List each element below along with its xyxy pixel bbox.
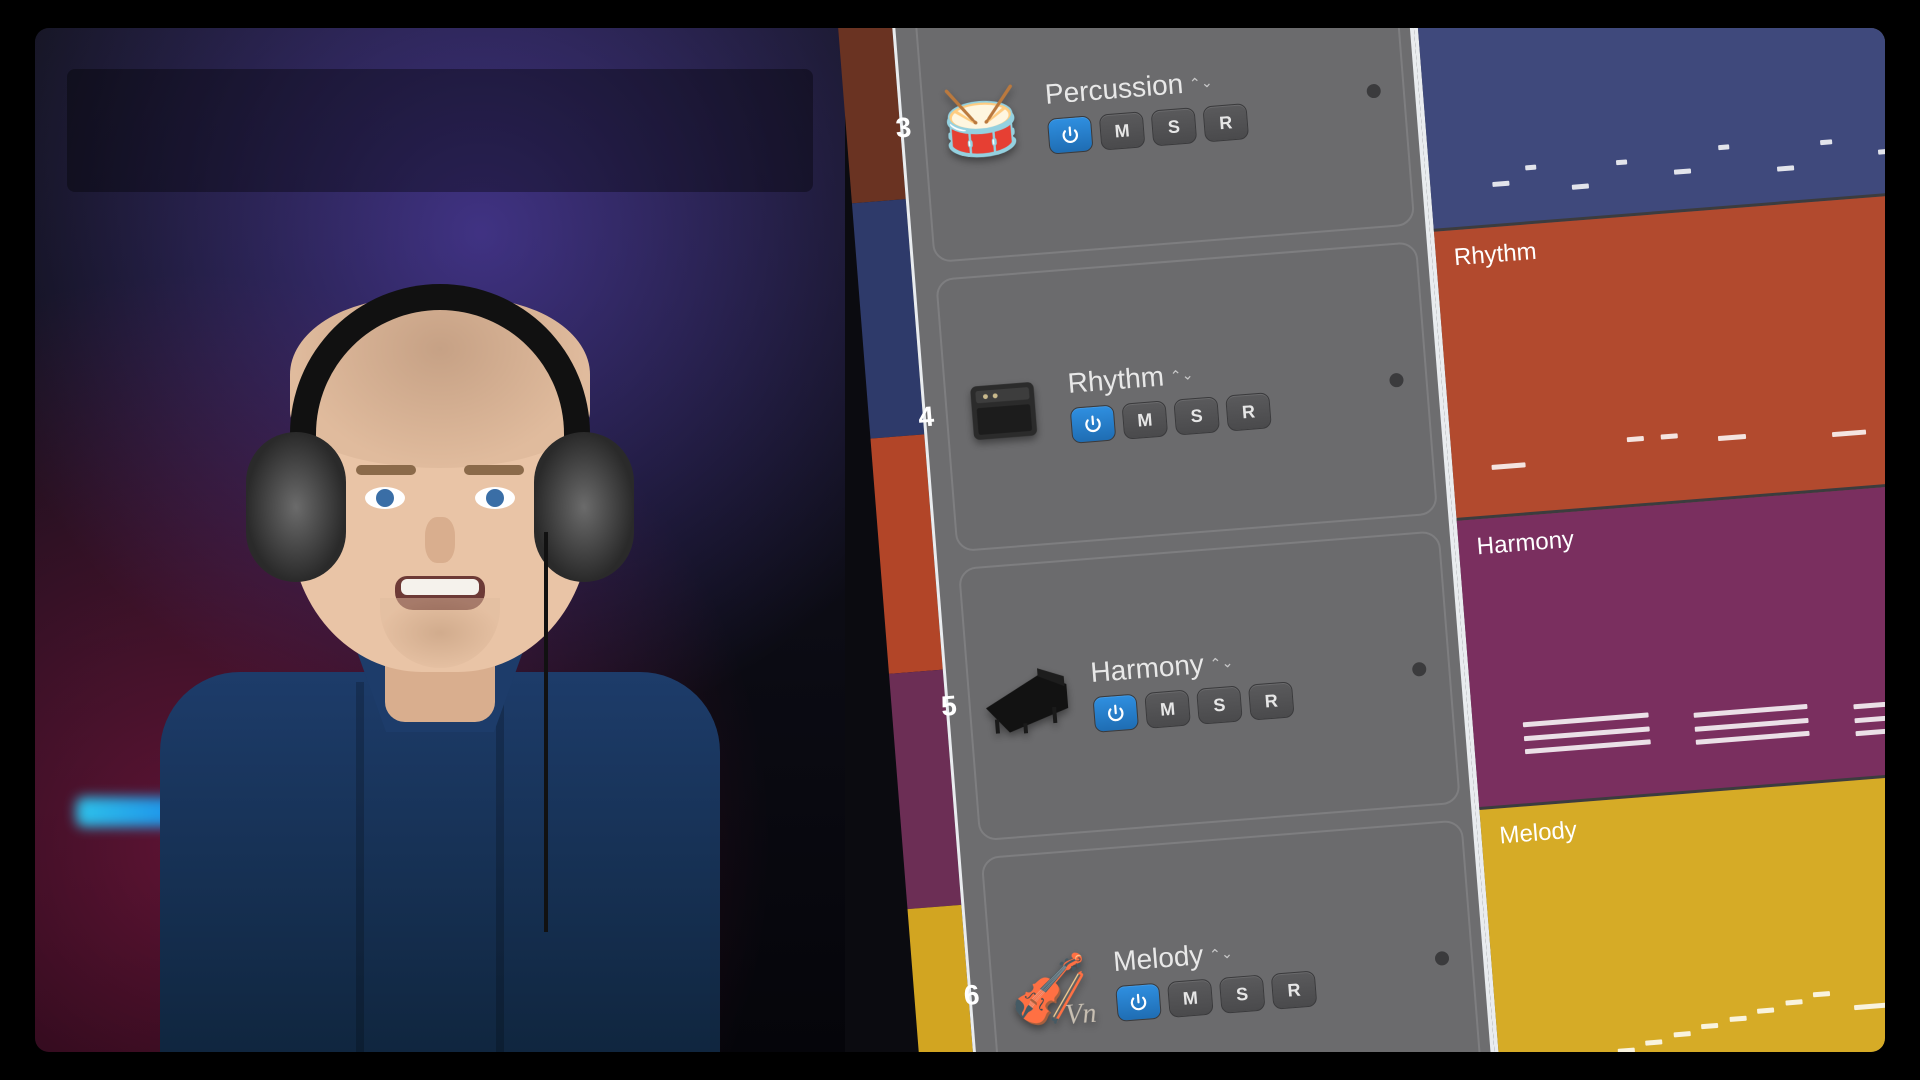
power-button[interactable] [1070, 404, 1117, 443]
chevron-up-down-icon[interactable]: ⌃⌄ [1209, 653, 1234, 672]
presenter-panel [35, 28, 845, 1052]
violin-icon: 🎻Vn [998, 938, 1101, 1041]
track-name[interactable]: Harmony [1089, 648, 1205, 689]
track-number: 3 [874, 112, 912, 147]
record-button[interactable]: R [1225, 392, 1272, 431]
track-row[interactable]: 4 Rhythm ⌃⌄ M S [935, 241, 1438, 552]
solo-button[interactable]: S [1219, 974, 1266, 1013]
track-activity-led [1389, 373, 1404, 388]
track-name[interactable]: Melody [1112, 939, 1204, 978]
drums-icon: 🥁 [929, 70, 1032, 173]
track-list: 3 🥁 Percussion ⌃⌄ M S R [889, 28, 1498, 1052]
track-number: 4 [897, 401, 935, 436]
midi-notes [1486, 647, 1885, 787]
power-button[interactable] [1047, 115, 1094, 154]
region-melody[interactable]: Melody # [1479, 763, 1885, 1052]
chevron-up-down-icon[interactable]: ⌃⌄ [1188, 73, 1213, 92]
power-button[interactable] [1092, 694, 1139, 733]
region-label: Rhythm [1453, 238, 1538, 271]
mute-button[interactable]: M [1099, 111, 1146, 150]
track-number: 6 [942, 979, 980, 1014]
background-shelf [67, 69, 812, 192]
track-row[interactable]: 6 🎻Vn Melody ⌃⌄ M S [981, 819, 1484, 1052]
region-rhythm[interactable]: Rhythm [1434, 185, 1885, 521]
piano-icon [975, 649, 1078, 752]
midi-notes [1509, 936, 1885, 1052]
solo-button[interactable]: S [1151, 107, 1198, 146]
presenter-figure [120, 272, 760, 1052]
power-button[interactable] [1115, 983, 1162, 1022]
mute-button[interactable]: M [1144, 689, 1191, 728]
daw-panel: 3 🥁 Percussion ⌃⌄ M S R [835, 28, 1885, 1052]
solo-button[interactable]: S [1173, 396, 1220, 435]
mute-button[interactable]: M [1167, 979, 1214, 1018]
midi-notes [1463, 358, 1885, 498]
track-activity-led [1366, 84, 1381, 99]
region-label: Harmony [1476, 526, 1575, 561]
studio-led-glow [76, 797, 236, 827]
instrument-short-label: Vn [1064, 998, 1098, 1032]
track-name[interactable]: Rhythm [1067, 360, 1166, 399]
amp-icon [952, 359, 1055, 462]
track-name[interactable]: Percussion [1044, 68, 1185, 111]
thumbnail-stage: 3 🥁 Percussion ⌃⌄ M S R [0, 0, 1920, 1080]
track-number: 5 [920, 690, 958, 725]
region-label: Melody [1499, 816, 1578, 849]
track-activity-led [1434, 951, 1449, 966]
chevron-up-down-icon[interactable]: ⌃⌄ [1169, 366, 1194, 385]
track-activity-led [1412, 662, 1427, 677]
record-button[interactable]: R [1271, 970, 1318, 1009]
record-button[interactable]: R [1202, 103, 1249, 142]
content-frame: 3 🥁 Percussion ⌃⌄ M S R [35, 28, 1885, 1052]
headphones-icon [260, 292, 620, 672]
chevron-up-down-icon[interactable]: ⌃⌄ [1209, 944, 1234, 963]
record-button[interactable]: R [1248, 681, 1295, 720]
midi-notes [1441, 69, 1885, 209]
track-row[interactable]: 5 Harmony ⌃⌄ M S [958, 530, 1461, 841]
mute-button[interactable]: M [1122, 400, 1169, 439]
solo-button[interactable]: S [1196, 685, 1243, 724]
region-harmony[interactable]: Harmony [1457, 474, 1885, 810]
track-row[interactable]: 3 🥁 Percussion ⌃⌄ M S R [912, 28, 1415, 263]
